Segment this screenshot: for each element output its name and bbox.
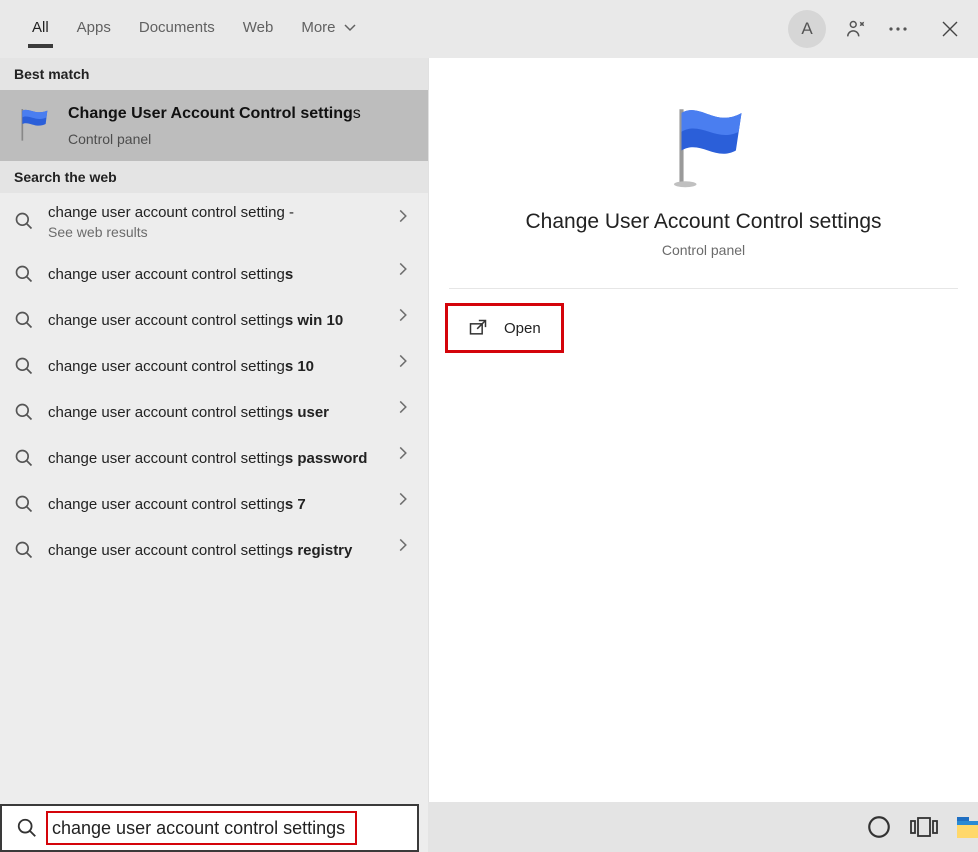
header: All Apps Documents Web More A (0, 0, 978, 58)
chevron-right-icon[interactable] (396, 354, 422, 380)
web-result-post: - (285, 204, 294, 221)
web-result-0[interactable]: change user account control setting - Se… (0, 193, 428, 252)
chevron-right-icon[interactable] (396, 492, 422, 518)
search-input[interactable] (52, 818, 409, 839)
chevron-right-icon[interactable] (396, 446, 422, 472)
best-match-subtitle: Control panel (68, 131, 414, 147)
web-result-text: change user account control setting - Se… (48, 203, 384, 242)
web-result-5[interactable]: change user account control settings pas… (0, 436, 428, 482)
close-icon[interactable] (938, 17, 962, 41)
web-result-3[interactable]: change user account control settings 10 (0, 344, 428, 390)
detail-pane: Change User Account Control settings Con… (428, 58, 978, 852)
best-match-title-rest: s (353, 105, 361, 122)
chevron-right-icon[interactable] (396, 209, 422, 235)
tab-apps[interactable]: Apps (63, 13, 125, 46)
open-icon (468, 318, 488, 338)
filter-tabs: All Apps Documents Web More (18, 13, 788, 46)
web-result-text: change user account control settings 10 (48, 357, 384, 377)
web-result-1[interactable]: change user account control settings (0, 252, 428, 298)
search-bar[interactable] (0, 804, 419, 852)
search-icon (14, 310, 36, 332)
open-button[interactable]: Open (445, 303, 564, 353)
divider (449, 288, 958, 289)
tab-web[interactable]: Web (229, 13, 288, 46)
web-result-7[interactable]: change user account control settings reg… (0, 528, 428, 574)
best-match-title: Change User Account Control settings (68, 104, 414, 125)
body: Best match Change User Account Control s… (0, 58, 978, 852)
chevron-right-icon[interactable] (396, 262, 422, 288)
chevron-right-icon[interactable] (396, 400, 422, 426)
results-column: Best match Change User Account Control s… (0, 58, 428, 852)
tab-more-label: More (301, 19, 335, 36)
user-avatar[interactable]: A (788, 10, 826, 48)
web-result-sub: See web results (48, 223, 384, 242)
search-window: All Apps Documents Web More A (0, 0, 978, 852)
web-result-text: change user account control settings win… (48, 311, 384, 331)
web-result-text: change user account control settings (48, 265, 384, 285)
chevron-right-icon[interactable] (396, 538, 422, 564)
search-icon (14, 211, 36, 233)
taskbar (428, 802, 978, 852)
uac-flag-icon-large (659, 98, 749, 188)
open-label: Open (504, 320, 541, 337)
web-result-text: change user account control settings use… (48, 403, 384, 423)
best-match-item[interactable]: Change User Account Control settings Con… (0, 90, 428, 161)
tab-more[interactable]: More (287, 13, 369, 46)
search-icon (14, 540, 36, 562)
web-result-pre: change user account control setting (48, 204, 285, 221)
search-icon (14, 356, 36, 378)
feedback-icon[interactable] (844, 17, 868, 41)
header-actions: A (788, 10, 968, 48)
task-view-icon[interactable] (910, 808, 938, 846)
search-icon (14, 402, 36, 424)
detail-title: Change User Account Control settings (525, 210, 881, 234)
best-match-text: Change User Account Control settings Con… (68, 104, 414, 147)
detail-subtitle: Control panel (662, 242, 745, 258)
web-result-2[interactable]: change user account control settings win… (0, 298, 428, 344)
web-result-4[interactable]: change user account control settings use… (0, 390, 428, 436)
best-match-header: Best match (0, 58, 428, 90)
search-icon (16, 817, 38, 839)
search-icon (14, 448, 36, 470)
search-icon (14, 494, 36, 516)
cortana-icon[interactable] (866, 808, 892, 846)
uac-flag-icon (14, 104, 54, 144)
web-result-text: change user account control settings reg… (48, 541, 384, 561)
best-match-title-bold: Change User Account Control setting (68, 105, 353, 122)
tab-documents[interactable]: Documents (125, 13, 229, 46)
web-results-list: change user account control setting - Se… (0, 193, 428, 804)
chevron-right-icon[interactable] (396, 308, 422, 334)
web-result-6[interactable]: change user account control settings 7 (0, 482, 428, 528)
web-header: Search the web (0, 161, 428, 193)
file-explorer-icon[interactable] (956, 808, 978, 846)
tab-all[interactable]: All (18, 13, 63, 46)
search-icon (14, 264, 36, 286)
web-result-text: change user account control settings pas… (48, 449, 384, 469)
more-options-icon[interactable] (886, 17, 910, 41)
caret-down-icon (344, 24, 356, 32)
web-result-text: change user account control settings 7 (48, 495, 384, 515)
